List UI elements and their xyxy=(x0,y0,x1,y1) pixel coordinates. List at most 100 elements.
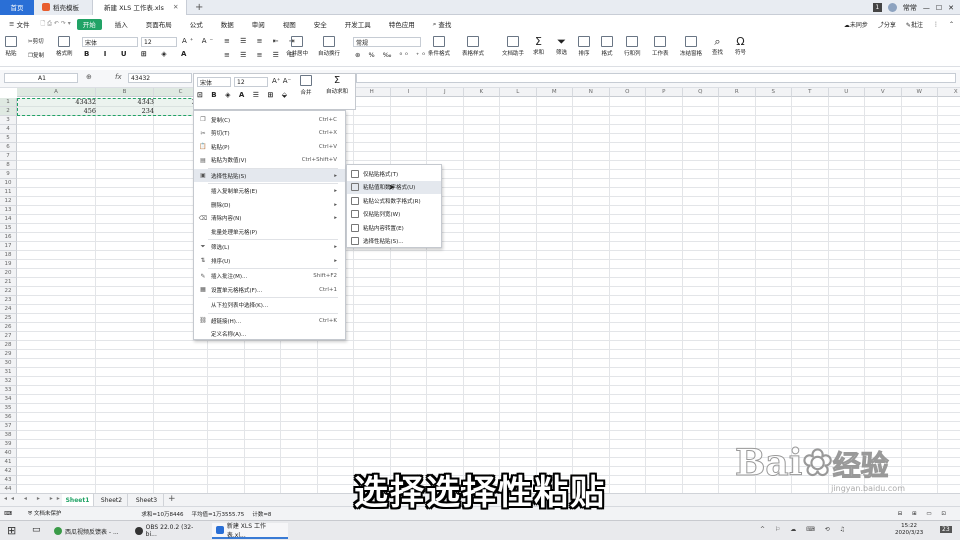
table-style-button[interactable]: 表格样式 xyxy=(462,36,484,57)
row-header[interactable]: 14 xyxy=(0,215,17,224)
context-menu-item-10[interactable]: ⇅ 排序(U) ▸ xyxy=(194,254,345,267)
submenu-item-3[interactable]: 仅粘贴列宽(W) xyxy=(347,208,441,221)
row-header[interactable]: 20 xyxy=(0,269,17,278)
submenu-item-0[interactable]: 仅粘贴格式(T) xyxy=(347,167,441,180)
zoom-formula-icon[interactable]: ⊕ xyxy=(86,73,92,81)
tab-document[interactable]: 新建 XLS 工作表.xls ✕ xyxy=(92,0,187,15)
menu-item-4[interactable]: 数据 xyxy=(212,16,243,32)
menu-item-5[interactable]: 审阅 xyxy=(243,16,274,32)
column-header[interactable]: W xyxy=(901,88,938,97)
number-buttons[interactable]: ⊛ % ‰ ⁰⁰ ⁺⁰ xyxy=(355,51,428,59)
column-header[interactable]: Q xyxy=(682,88,719,97)
mini-merge-button[interactable]: 合并 xyxy=(300,75,312,96)
share-button[interactable]: ⤴分享 xyxy=(878,20,896,29)
freeze-panes-button[interactable]: 冻结窗格 xyxy=(680,36,702,57)
context-menu-item-3[interactable]: ▤ 粘贴为数值(V) Ctrl+Shift+V xyxy=(194,154,345,167)
cell-a1[interactable]: 43432 xyxy=(18,98,96,106)
format-painter-button[interactable]: 格式刷 xyxy=(56,36,73,57)
taskbar-item-obs[interactable]: OBS 22.0.2 (32-bi... xyxy=(131,523,206,539)
more-icon[interactable]: ⋮ xyxy=(933,21,939,28)
context-menu-item-2[interactable]: 📋 粘贴(P) Ctrl+V xyxy=(194,140,345,153)
column-header[interactable]: N xyxy=(573,88,610,97)
cut-button[interactable]: ✂剪切 xyxy=(28,37,44,45)
taskbar-item-browser[interactable]: 西瓜视频反馈表 - ... xyxy=(50,523,125,539)
clock[interactable]: 15:22 2020/3/23 xyxy=(895,523,923,537)
conditional-format-button[interactable]: 条件格式 xyxy=(428,36,450,57)
row-header[interactable]: 22 xyxy=(0,287,17,296)
row-header[interactable]: 40 xyxy=(0,449,17,458)
row-header[interactable]: 38 xyxy=(0,431,17,440)
row-header[interactable]: 24 xyxy=(0,305,17,314)
row-header[interactable]: 18 xyxy=(0,251,17,260)
format-button[interactable]: 格式 xyxy=(601,36,613,57)
cell-b2[interactable]: 234 xyxy=(96,107,154,115)
row-header[interactable]: 42 xyxy=(0,467,17,476)
row-header[interactable]: 28 xyxy=(0,341,17,350)
column-header[interactable]: I xyxy=(390,88,427,97)
row-header[interactable]: 30 xyxy=(0,359,17,368)
cell-b1[interactable]: 4343 xyxy=(96,98,154,106)
mini-font-select[interactable]: 宋体 xyxy=(197,77,231,87)
protect-status[interactable]: ⛨ 文档未保护 xyxy=(28,509,61,518)
column-header[interactable]: M xyxy=(536,88,573,97)
column-header[interactable]: L xyxy=(500,88,537,97)
context-menu-item-14[interactable]: ⛓ 超链接(H)... Ctrl+K xyxy=(194,314,345,327)
column-header[interactable]: T xyxy=(792,88,829,97)
column-header[interactable]: X xyxy=(938,88,960,97)
column-header[interactable]: S xyxy=(755,88,792,97)
task-view-icon[interactable]: ▭ xyxy=(32,525,41,535)
add-sheet-icon[interactable]: + xyxy=(168,494,176,504)
taskbar-item-wps[interactable]: 新建 XLS 工作表.xl... xyxy=(212,523,288,539)
row-header[interactable]: 23 xyxy=(0,296,17,305)
row-header[interactable]: 16 xyxy=(0,233,17,242)
row-header[interactable]: 26 xyxy=(0,323,17,332)
worksheet-button[interactable]: 工作表 xyxy=(652,36,669,57)
row-header[interactable]: 36 xyxy=(0,413,17,422)
close-tab-icon[interactable]: ✕ xyxy=(173,3,178,11)
mini-font-grow[interactable]: A⁺ A⁻ xyxy=(272,77,291,85)
menu-item-9[interactable]: 特色应用 xyxy=(380,16,424,32)
row-header[interactable]: 44 xyxy=(0,485,17,493)
number-format-select[interactable]: 常规 xyxy=(353,37,421,47)
column-header[interactable]: J xyxy=(427,88,464,97)
row-header[interactable]: 43 xyxy=(0,476,17,485)
row-header[interactable]: 19 xyxy=(0,260,17,269)
tab-template[interactable]: 稻壳模板 xyxy=(34,0,92,15)
row-header[interactable]: 8 xyxy=(0,161,17,170)
column-header[interactable]: O xyxy=(609,88,646,97)
row-header[interactable]: 11 xyxy=(0,188,17,197)
tab-home[interactable]: 首页 xyxy=(0,0,34,15)
sheet-nav-icons[interactable]: ◂◂ ◂ ▸ ▸▸ xyxy=(4,495,64,502)
menu-item-7[interactable]: 安全 xyxy=(305,16,336,32)
maximize-icon[interactable]: ☐ xyxy=(936,4,942,12)
windows-start-icon[interactable]: ⊞ xyxy=(7,524,16,537)
row-header[interactable]: 31 xyxy=(0,368,17,377)
function-icon[interactable]: fx xyxy=(115,73,122,81)
row-header[interactable]: 4 xyxy=(0,125,17,134)
row-header[interactable]: 41 xyxy=(0,458,17,467)
doc-helper-button[interactable]: 文档助手 xyxy=(502,36,524,57)
row-header[interactable]: 25 xyxy=(0,314,17,323)
context-menu-item-11[interactable]: ✎ 插入批注(M)... Shift+F2 xyxy=(194,270,345,283)
column-header[interactable]: A xyxy=(17,88,96,97)
row-header[interactable]: 39 xyxy=(0,440,17,449)
comment-button[interactable]: ✎批注 xyxy=(906,20,923,29)
mini-autosum-button[interactable]: Σ 自动求和 xyxy=(326,75,348,95)
mini-size-select[interactable]: 12 xyxy=(234,77,268,87)
column-header[interactable]: R xyxy=(719,88,756,97)
row-header[interactable]: 3 xyxy=(0,116,17,125)
submenu-item-5[interactable]: 选择性粘贴(S)... xyxy=(347,235,441,248)
row-header[interactable]: 1 xyxy=(0,98,17,107)
context-menu-item-5[interactable]: 插入复制单元格(E) ▸ xyxy=(194,185,345,198)
row-header[interactable]: 34 xyxy=(0,395,17,404)
name-box[interactable]: A1 xyxy=(4,73,78,83)
row-header[interactable]: 21 xyxy=(0,278,17,287)
row-header[interactable]: 12 xyxy=(0,197,17,206)
menu-item-2[interactable]: 页面布局 xyxy=(137,16,181,32)
spreadsheet-grid[interactable]: ABCDEFGHIJKLMNOPQRSTUVWXYZ12345678910111… xyxy=(0,88,960,493)
menu-item-3[interactable]: 公式 xyxy=(181,16,212,32)
row-header[interactable]: 37 xyxy=(0,422,17,431)
context-menu-item-12[interactable]: ▦ 设置单元格格式(F)... Ctrl+1 xyxy=(194,283,345,296)
row-header[interactable]: 17 xyxy=(0,242,17,251)
notification-badge[interactable]: 23 xyxy=(940,526,952,533)
